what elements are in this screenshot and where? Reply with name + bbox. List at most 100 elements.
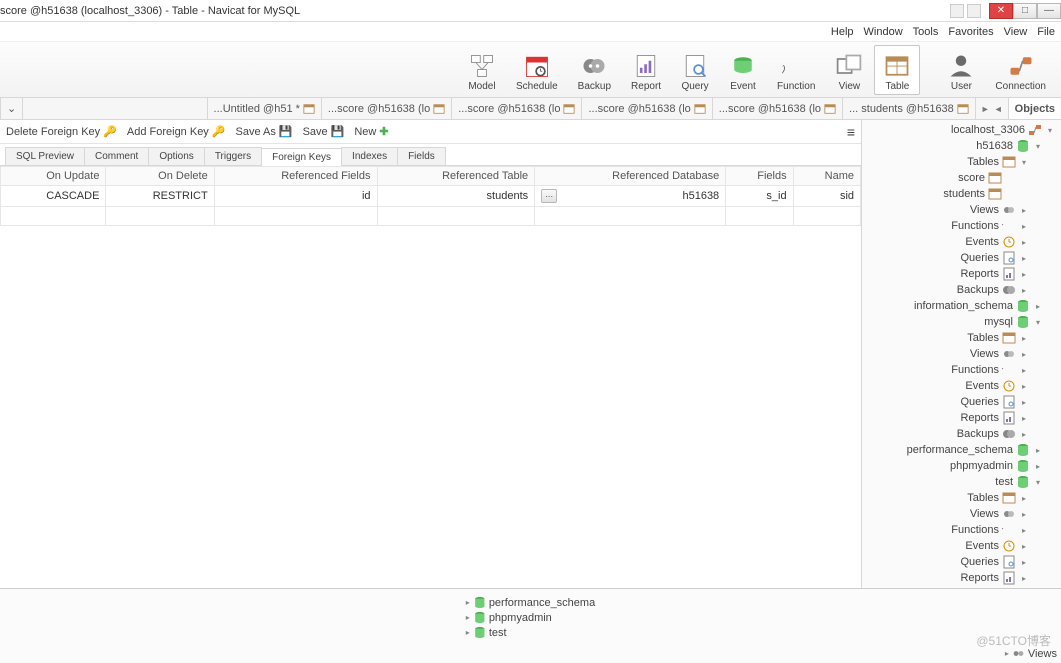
fk-ref-table[interactable]: students bbox=[377, 186, 535, 207]
minimize-button[interactable]: — bbox=[1037, 3, 1061, 19]
expand-icon[interactable]: ▸ bbox=[1019, 494, 1029, 503]
quick-icon-1[interactable] bbox=[950, 4, 964, 18]
tree-performance-schema[interactable]: ▸performance_schema bbox=[862, 442, 1061, 458]
tree-views[interactable]: ▸Views bbox=[862, 506, 1061, 522]
expand-icon[interactable]: ▸ bbox=[1019, 286, 1029, 295]
fk-col-fields[interactable]: Fields bbox=[726, 167, 793, 186]
tree-tables[interactable]: ▸Tables bbox=[862, 490, 1061, 506]
doc-tab-1[interactable]: score @h51638 (lo... bbox=[712, 98, 842, 119]
delete-foreign-key-button[interactable]: 🔑 Delete Foreign Key bbox=[6, 125, 117, 138]
toolbar-query[interactable]: Query bbox=[672, 45, 718, 95]
expand-icon[interactable]: ▸ bbox=[1033, 302, 1043, 311]
tab-overflow[interactable]: ⌄ bbox=[0, 98, 23, 119]
fk-col-name[interactable]: Name bbox=[793, 167, 860, 186]
dropdown-button[interactable]: ⋯ bbox=[541, 189, 557, 203]
toolbar-connection[interactable]: Connection bbox=[986, 45, 1055, 95]
tree-queries[interactable]: ▸Queries bbox=[862, 554, 1061, 570]
expand-icon[interactable]: ▸ bbox=[1019, 382, 1029, 391]
toolbar-report[interactable]: Report bbox=[622, 45, 670, 95]
tree-reports[interactable]: ▸Reports bbox=[862, 570, 1061, 586]
hamburger-icon[interactable]: ≡ bbox=[847, 124, 855, 140]
maximize-button[interactable]: □ bbox=[1013, 3, 1037, 19]
expand-icon[interactable]: ▸ bbox=[1019, 254, 1029, 263]
toolbar-event[interactable]: Event bbox=[720, 45, 766, 95]
tree-events[interactable]: ▸Events bbox=[862, 538, 1061, 554]
tab-prev[interactable]: ◄ bbox=[992, 104, 1005, 114]
designer-tab-comment[interactable]: Comment bbox=[84, 147, 149, 165]
tree-reports[interactable]: ▸Reports bbox=[862, 266, 1061, 282]
toolbar-model[interactable]: Model bbox=[459, 45, 505, 95]
doc-tab-4[interactable]: score @h51638 (lo... bbox=[321, 98, 451, 119]
toolbar-backup[interactable]: Backup bbox=[569, 45, 620, 95]
expand-icon[interactable]: ▸ bbox=[1019, 574, 1029, 583]
designer-tab-fields[interactable]: Fields bbox=[397, 147, 446, 165]
tree-mysql[interactable]: ▾mysql bbox=[862, 314, 1061, 330]
menu-view[interactable]: View bbox=[1004, 26, 1028, 38]
add-foreign-key-button[interactable]: 🔑 Add Foreign Key bbox=[127, 125, 226, 138]
fk-empty-cell[interactable] bbox=[106, 207, 214, 226]
fk-on-delete[interactable]: RESTRICT bbox=[106, 186, 214, 207]
fk-empty-cell[interactable] bbox=[793, 207, 860, 226]
fk-empty-cell[interactable] bbox=[377, 207, 535, 226]
expand-icon[interactable]: ▾ bbox=[1045, 126, 1055, 135]
save-button[interactable]: 💾 Save bbox=[303, 125, 345, 138]
expand-icon[interactable]: ▸ bbox=[1019, 206, 1029, 215]
fk-col-on-update[interactable]: On Update bbox=[1, 167, 106, 186]
expand-icon[interactable]: ▸ bbox=[1019, 238, 1029, 247]
tree-events[interactable]: ▸Events bbox=[862, 234, 1061, 250]
tab-next[interactable]: ► bbox=[979, 104, 992, 114]
save-as-button[interactable]: 💾 Save As bbox=[236, 125, 293, 138]
tree-backups[interactable]: ▸Backups bbox=[862, 426, 1061, 442]
tree-localhost-3306[interactable]: ▾localhost_3306 bbox=[862, 122, 1061, 138]
tree-tables[interactable]: ▸Tables bbox=[862, 330, 1061, 346]
menu-help[interactable]: Help bbox=[831, 26, 854, 38]
fk-empty-row[interactable] bbox=[1, 207, 861, 226]
tree-reports[interactable]: ▸Reports bbox=[862, 410, 1061, 426]
quick-icon-2[interactable] bbox=[967, 4, 981, 18]
expand-icon[interactable]: ▸ bbox=[1019, 350, 1029, 359]
designer-tab-foreign-keys[interactable]: Foreign Keys bbox=[261, 148, 342, 166]
fk-row[interactable]: sids_idh51638⋯studentsidRESTRICTCASCADE bbox=[1, 186, 861, 207]
fk-empty-cell[interactable] bbox=[535, 207, 726, 226]
expand-icon[interactable]: ▸ bbox=[1019, 398, 1029, 407]
expand-icon[interactable]: ▾ bbox=[1033, 142, 1043, 151]
toolbar-function[interactable]: f(x)Function bbox=[768, 45, 824, 95]
menu-tools[interactable]: Tools bbox=[913, 26, 939, 38]
expand-icon[interactable]: ▸ bbox=[1033, 462, 1043, 471]
tree-functions[interactable]: ▸fxFunctions bbox=[862, 218, 1061, 234]
fk-fields[interactable]: s_id bbox=[726, 186, 793, 207]
fk-name[interactable]: sid bbox=[793, 186, 860, 207]
expand-icon[interactable]: ▾ bbox=[1033, 478, 1043, 487]
expand-icon[interactable]: ▾ bbox=[1033, 318, 1043, 327]
tab-objects[interactable]: Objects bbox=[1008, 98, 1061, 119]
expand-icon[interactable]: ▸ bbox=[1019, 526, 1029, 535]
tree-score[interactable]: score bbox=[862, 170, 1061, 186]
tree-views[interactable]: ▸Views bbox=[862, 346, 1061, 362]
tree-students[interactable]: students bbox=[862, 186, 1061, 202]
doc-tab-2[interactable]: score @h51638 (lo... bbox=[581, 98, 711, 119]
fk-empty-cell[interactable] bbox=[1, 207, 106, 226]
tree-h51638[interactable]: ▾h51638 bbox=[862, 138, 1061, 154]
toolbar-view[interactable]: View bbox=[826, 45, 872, 95]
expand-icon[interactable]: ▸ bbox=[1019, 414, 1029, 423]
expand-icon[interactable]: ▸ bbox=[1019, 430, 1029, 439]
expand-icon[interactable]: ▾ bbox=[1019, 158, 1029, 167]
tree-functions[interactable]: ▸fxFunctions bbox=[862, 522, 1061, 538]
fk-col-referenced-table[interactable]: Referenced Table bbox=[377, 167, 535, 186]
tree-tables[interactable]: ▾Tables bbox=[862, 154, 1061, 170]
doc-tab-5[interactable]: * Untitled @h51... bbox=[207, 98, 321, 119]
designer-tab-options[interactable]: Options bbox=[148, 147, 204, 165]
tree-events[interactable]: ▸Events bbox=[862, 378, 1061, 394]
expand-icon[interactable]: ▸ bbox=[1019, 222, 1029, 231]
fk-col-referenced-database[interactable]: Referenced Database bbox=[535, 167, 726, 186]
tree-phpmyadmin[interactable]: ▸phpmyadmin bbox=[862, 458, 1061, 474]
tree-information-schema[interactable]: ▸information_schema bbox=[862, 298, 1061, 314]
tree-views[interactable]: ▸Views bbox=[862, 202, 1061, 218]
tree-queries[interactable]: ▸Queries bbox=[862, 250, 1061, 266]
toolbar-table[interactable]: Table bbox=[874, 45, 920, 95]
doc-tab-0[interactable]: students @h51638 ... bbox=[842, 98, 975, 119]
expand-icon[interactable]: ▸ bbox=[1019, 558, 1029, 567]
designer-tab-sql-preview[interactable]: SQL Preview bbox=[5, 147, 85, 165]
designer-tab-triggers[interactable]: Triggers bbox=[204, 147, 262, 165]
snip-performance_schema[interactable]: performance_schema▸ bbox=[466, 595, 595, 610]
